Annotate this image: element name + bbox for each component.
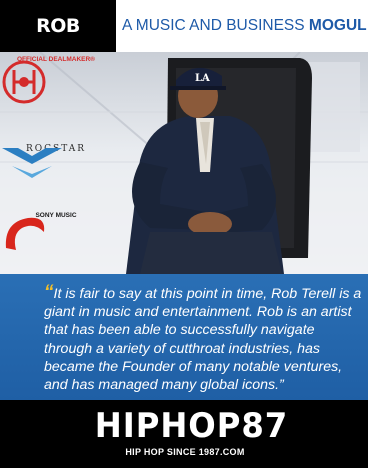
quote-text: “It is fair to say at this point in time… <box>44 282 362 394</box>
header-banner: ROB TERELL A MUSIC AND BUSINESS MOGUL <box>0 0 368 89</box>
tagline-prefix: A MUSIC AND BUSINESS <box>122 17 309 34</box>
quote-close-mark: ” <box>279 377 284 394</box>
quote-body: It is fair to say at this point in time,… <box>44 286 362 394</box>
brand-sony-music: SONY MUSIC <box>0 212 112 250</box>
dealmaker-logo-icon <box>2 60 46 104</box>
tagline: A MUSIC AND BUSINESS MOGUL <box>122 0 367 52</box>
tagline-emphasis: MOGUL <box>308 17 367 34</box>
quote-panel: “It is fair to say at this point in time… <box>0 274 368 400</box>
sony-music-logo-icon <box>5 217 45 250</box>
quote-open-mark: “ <box>44 282 54 303</box>
brand-rocstar: ROCSTAR <box>0 144 112 178</box>
brand-dealmaker: OFFICIAL DEALMAKER® <box>0 56 112 104</box>
rocstar-logo-icon <box>2 148 62 178</box>
hiphop87-logo: HIPHOP87 <box>94 406 289 446</box>
artist-photo: LA OFFICIAL DEALMAKER® ROCSTAR SONY MUSI… <box>0 52 368 274</box>
artist-name: ROB TERELL <box>0 0 116 89</box>
footer: HIPHOP87 HIP HOP SINCE 1987.COM <box>0 400 368 468</box>
hiphop87-subtitle: HIP HOP SINCE 1987.COM <box>125 447 245 457</box>
svg-text:LA: LA <box>195 73 210 84</box>
